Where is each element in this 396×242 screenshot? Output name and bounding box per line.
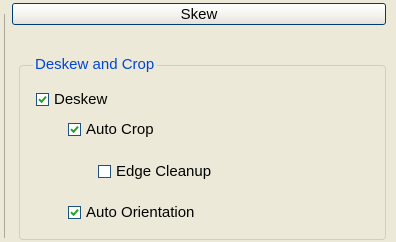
left-divider xyxy=(4,14,5,238)
auto-orientation-checkbox-row[interactable]: Auto Orientation xyxy=(68,204,194,221)
check-mark-icon xyxy=(70,125,79,134)
deskew-checkbox-row[interactable]: Deskew xyxy=(36,91,107,108)
check-mark-icon xyxy=(38,95,47,104)
edge-cleanup-checkbox[interactable] xyxy=(98,165,111,178)
auto-crop-checkbox[interactable] xyxy=(68,123,81,136)
deskew-settings-panel: Skew Deskew and Crop Deskew Auto Crop Ed… xyxy=(0,0,396,242)
deskew-checkbox[interactable] xyxy=(36,93,49,106)
deskew-label: Deskew xyxy=(54,91,108,108)
auto-crop-label: Auto Crop xyxy=(86,121,154,138)
skew-section-header-button[interactable]: Skew xyxy=(12,3,386,25)
auto-crop-checkbox-row[interactable]: Auto Crop xyxy=(68,121,154,138)
auto-orientation-checkbox[interactable] xyxy=(68,206,81,219)
groupbox-title: Deskew and Crop xyxy=(33,56,158,74)
check-mark-icon xyxy=(70,208,79,217)
edge-cleanup-checkbox-row[interactable]: Edge Cleanup xyxy=(98,163,211,180)
auto-orientation-label: Auto Orientation xyxy=(86,204,195,221)
skew-header-label: Skew xyxy=(180,5,218,23)
edge-cleanup-label: Edge Cleanup xyxy=(116,163,212,180)
